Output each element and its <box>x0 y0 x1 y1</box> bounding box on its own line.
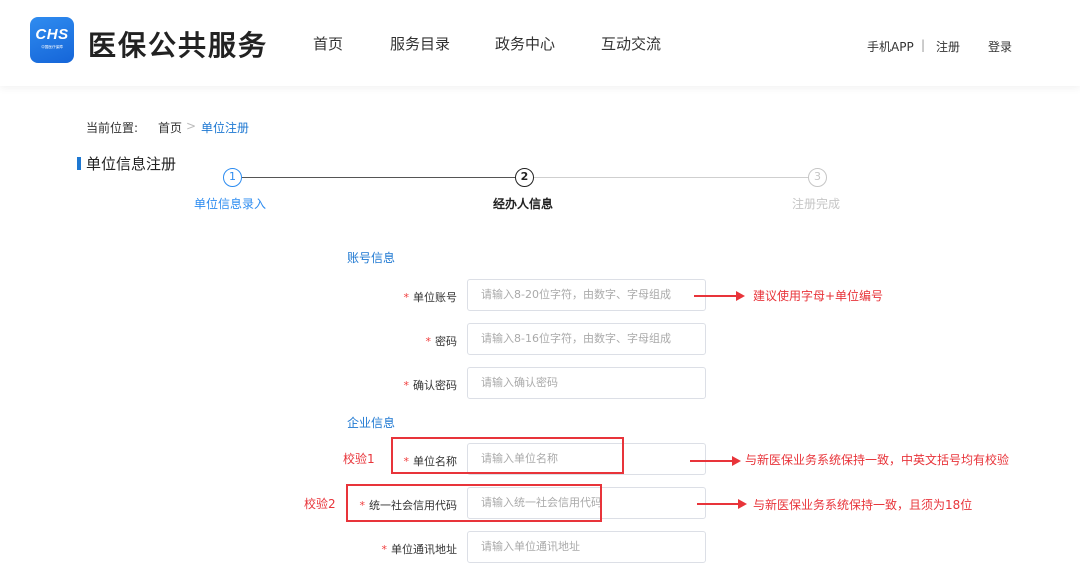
step-1-label: 单位信息录入 <box>194 197 267 211</box>
step-connector-1 <box>242 177 515 178</box>
confirm-password-input[interactable]: 请输入确认密码 <box>467 367 706 399</box>
nav-interaction[interactable]: 互动交流 <box>601 33 661 54</box>
site-title[interactable]: 医保公共服务 <box>88 24 268 64</box>
step-2-circle: 2 <box>515 168 534 187</box>
step-1-circle: 1 <box>223 168 242 187</box>
breadcrumb-chevron-icon: > <box>186 119 197 133</box>
confirm-password-label: * 确认密码 <box>257 377 458 393</box>
top-header: CHS 中国医疗保障 医保公共服务 首页 服务目录 政务中心 互动交流 手机AP… <box>0 0 1080 86</box>
step-3-circle: 3 <box>808 168 827 187</box>
password-label-text: 密码 <box>435 335 457 348</box>
unit-account-label: * 单位账号 <box>257 289 458 305</box>
nav-government-center[interactable]: 政务中心 <box>495 33 555 54</box>
account-info-title: 账号信息 <box>347 251 396 265</box>
check2-highlight-box <box>346 484 602 522</box>
address-input[interactable]: 请输入单位通讯地址 <box>467 531 706 563</box>
header-separator: | <box>921 38 926 52</box>
required-mark: * <box>425 335 432 348</box>
login-link[interactable]: 登录 <box>988 38 1012 55</box>
check2-label: 校验2 <box>304 497 336 511</box>
check1-label: 校验1 <box>343 452 375 466</box>
page-title: 单位信息注册 <box>86 155 177 173</box>
company-info-title: 企业信息 <box>347 416 396 430</box>
section-marker <box>77 157 81 170</box>
mobile-app-link[interactable]: 手机APP <box>867 38 914 55</box>
arrow-right-icon <box>697 499 747 509</box>
confirm-password-label-text: 确认密码 <box>413 379 457 392</box>
logo-abbr: CHS <box>35 26 69 43</box>
credit-code-note: 与新医保业务系统保持一致，且须为18位 <box>753 498 973 512</box>
breadcrumb-label: 当前位置: <box>86 121 139 135</box>
step-connector-2 <box>534 177 808 178</box>
unit-account-input[interactable]: 请输入8-20位字符，由数字、字母组成 <box>467 279 706 311</box>
register-link[interactable]: 注册 <box>936 38 960 55</box>
nav-home[interactable]: 首页 <box>313 33 343 54</box>
required-mark: * <box>403 291 410 304</box>
address-label-text: 单位通讯地址 <box>391 543 457 556</box>
password-input[interactable]: 请输入8-16位字符，由数字、字母组成 <box>467 323 706 355</box>
arrow-right-icon <box>694 291 745 301</box>
required-mark: * <box>403 379 410 392</box>
arrow-right-icon <box>690 456 741 466</box>
logo-subtitle: 中国医疗保障 <box>41 44 63 49</box>
step-3-label: 注册完成 <box>792 197 841 211</box>
account-note: 建议使用字母+单位编号 <box>753 289 884 303</box>
chs-logo[interactable]: CHS 中国医疗保障 <box>30 17 74 63</box>
address-label: * 单位通讯地址 <box>257 541 458 557</box>
required-mark: * <box>381 543 388 556</box>
breadcrumb-current: 单位注册 <box>201 121 250 135</box>
check1-highlight-box <box>391 437 624 474</box>
step-2-label: 经办人信息 <box>493 197 554 211</box>
nav-service-catalog[interactable]: 服务目录 <box>390 33 450 54</box>
unit-account-label-text: 单位账号 <box>413 291 457 304</box>
unit-name-note: 与新医保业务系统保持一致，中英文括号均有校验 <box>745 453 1010 467</box>
breadcrumb-home[interactable]: 首页 <box>158 119 182 136</box>
password-label: * 密码 <box>257 333 458 349</box>
